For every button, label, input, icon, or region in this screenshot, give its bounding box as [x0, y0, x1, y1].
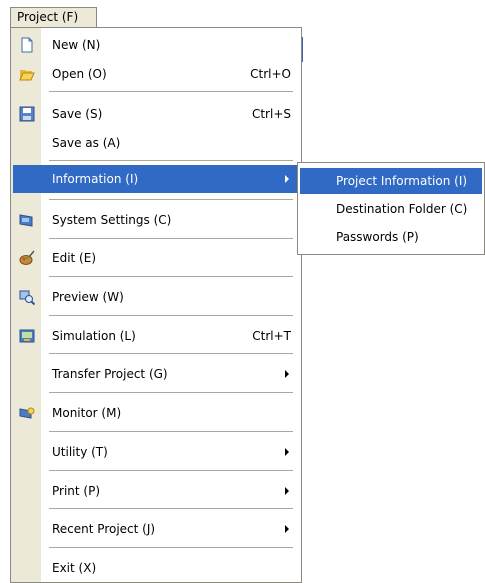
menu-item-save-as[interactable]: Save as (A): [11, 128, 301, 158]
menu-separator: [49, 353, 293, 354]
menu-separator: [49, 91, 293, 92]
edit-palette-icon: [19, 250, 35, 266]
submenu-item-project-information[interactable]: Project Information (I): [300, 168, 482, 194]
menu-item-information[interactable]: Information (I): [13, 165, 299, 193]
submenu-item-passwords[interactable]: Passwords (P): [300, 224, 482, 250]
system-settings-icon: [19, 212, 35, 228]
menu-item-exit[interactable]: Exit (X): [11, 553, 301, 583]
submenu-arrow-icon: [285, 370, 289, 378]
menu-separator: [49, 508, 293, 509]
menu-item-monitor[interactable]: Monitor (M): [11, 398, 301, 428]
menu-item-system-settings[interactable]: System Settings (C): [11, 205, 301, 235]
submenu-arrow-icon: [285, 525, 289, 533]
menu-item-new[interactable]: New (N): [11, 30, 301, 60]
information-submenu: Project Information (I) Destination Fold…: [297, 162, 485, 255]
menu-item-preview[interactable]: Preview (W): [11, 282, 301, 312]
menu-separator: [49, 276, 293, 277]
menu-bar: Project (F): [0, 0, 485, 28]
menu-item-utility[interactable]: Utility (T): [11, 437, 301, 467]
menu-separator: [49, 392, 293, 393]
simulation-icon: [19, 328, 35, 344]
submenu-item-destination-folder[interactable]: Destination Folder (C): [300, 196, 482, 222]
menu-item-simulation[interactable]: Simulation (L) Ctrl+T: [11, 321, 301, 351]
folder-open-icon: [19, 66, 35, 82]
menu-separator: [49, 470, 293, 471]
menu-item-recent-project[interactable]: Recent Project (J): [11, 514, 301, 544]
menu-separator: [49, 160, 293, 161]
menu-separator: [49, 199, 293, 200]
save-icon: [19, 106, 35, 122]
menubar-project[interactable]: Project (F): [10, 7, 97, 28]
menu-separator: [49, 547, 293, 548]
monitor-icon: [19, 405, 35, 421]
menu-item-edit[interactable]: Edit (E): [11, 243, 301, 273]
menu-separator: [49, 431, 293, 432]
submenu-arrow-icon: [285, 448, 289, 456]
menu-item-transfer-project[interactable]: Transfer Project (G): [11, 359, 301, 389]
menu-separator: [49, 315, 293, 316]
new-document-icon: [19, 37, 35, 53]
menu-separator: [49, 238, 293, 239]
project-menu: New (N) Open (O) Ctrl+O Save (S) Ctrl+S …: [10, 27, 302, 583]
menu-item-save[interactable]: Save (S) Ctrl+S: [11, 99, 301, 129]
preview-icon: [19, 289, 36, 306]
submenu-arrow-icon: [285, 487, 289, 495]
submenu-arrow-icon: [285, 175, 289, 183]
menu-item-print[interactable]: Print (P): [11, 476, 301, 506]
menu-item-open[interactable]: Open (O) Ctrl+O: [11, 59, 301, 89]
